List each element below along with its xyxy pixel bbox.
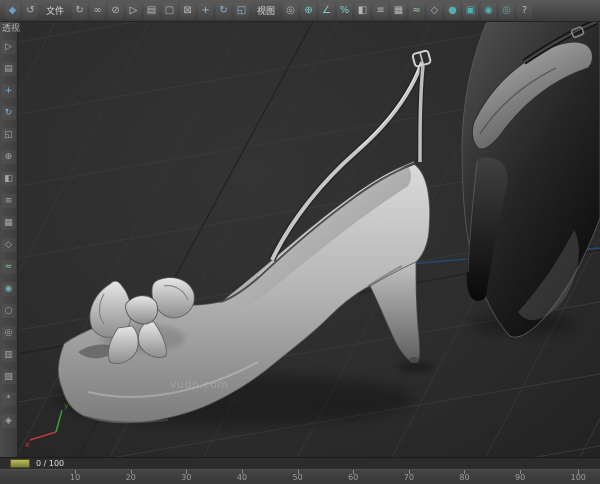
align-icon[interactable]: ≡ [2,194,16,208]
rotate-tool-icon[interactable]: ↻ [216,3,231,19]
tick-90: 90 [515,470,525,483]
render-frame-icon[interactable]: ◉ [481,3,496,19]
select-by-name-icon[interactable]: ▤ [144,3,159,19]
tick-50: 50 [293,470,303,483]
camera-icon[interactable]: ◎ [2,326,16,340]
angle-snap-icon[interactable]: ∠ [319,3,334,19]
render-icon[interactable]: ◎ [499,3,514,19]
mirror-icon[interactable]: ◧ [355,3,370,19]
schematic-view-icon[interactable]: ◇ [427,3,442,19]
pivot-center-icon[interactable]: ◎ [283,3,298,19]
select-by-name-icon[interactable]: ▤ [2,62,16,76]
high-heel-shoe-back[interactable] [462,22,600,337]
tick-100: 100 [571,470,586,483]
select-object-icon[interactable]: ▷ [126,3,141,19]
mirror-icon[interactable]: ◧ [2,172,16,186]
app-logo-icon[interactable]: ◆ [5,3,20,19]
settings-icon[interactable]: ◈ [2,414,16,428]
tick-40: 40 [237,470,247,483]
material-editor-icon[interactable]: ◉ [2,282,16,296]
3d-app-window: ◆↺文件↻∞⊘▷▤▢⊠+↻◱视图◎⊕∠%◧≡▦≈◇●▣◉◎? 透视 ▷▤+↻◱⊕… [0,0,600,484]
top-toolbar: ◆↺文件↻∞⊘▷▤▢⊠+↻◱视图◎⊕∠%◧≡▦≈◇●▣◉◎? [0,0,600,22]
snap-toggle-icon[interactable]: ⊕ [301,3,316,19]
snap-toggle-icon[interactable]: ⊕ [2,150,16,164]
viewport[interactable]: x y [18,22,600,457]
layers-icon[interactable]: ▦ [2,216,16,230]
tick-70: 70 [404,470,414,483]
watermark: vudn.com [170,378,228,391]
align-icon[interactable]: ≡ [373,3,388,19]
render-setup-icon[interactable]: ▣ [463,3,478,19]
grid-icon[interactable]: ▥ [2,348,16,362]
tick-20: 20 [126,470,136,483]
shoe-front-buckle [412,50,431,67]
high-heel-shoe-front[interactable] [53,50,434,426]
rotate-tool-icon[interactable]: ↻ [2,106,16,120]
scale-tool-icon[interactable]: ◱ [234,3,249,19]
light-icon[interactable]: ○ [2,304,16,318]
axis-x-label: x [25,440,30,449]
utilities-icon[interactable]: * [2,392,16,406]
select-link-icon[interactable]: ∞ [90,3,105,19]
workspace: ▷ ▤ + ↻ ◱ ⊕ ◧ ≡ ▦ ◇ ≈ ◉ ○ ◎ ▥ ▧ * ◈ [0,22,600,457]
crossing-selection-icon[interactable]: ⊠ [180,3,195,19]
undo-icon[interactable]: ↺ [23,3,38,19]
help-icon[interactable]: ? [517,3,532,19]
shapes-icon[interactable]: ◇ [2,238,16,252]
tick-60: 60 [348,470,358,483]
unlink-icon[interactable]: ⊘ [108,3,123,19]
viewport-canvas: x y [18,22,600,457]
move-tool-icon[interactable]: + [198,3,213,19]
tick-30: 30 [181,470,191,483]
rect-selection-icon[interactable]: ▢ [162,3,177,19]
track-bar[interactable]: 10 20 30 40 50 60 70 80 90 100 [0,469,600,484]
menu-view[interactable]: 视图 [252,4,280,17]
tick-10: 10 [70,470,80,483]
curve-editor-icon[interactable]: ≈ [409,3,424,19]
select-object-icon[interactable]: ▷ [2,40,16,54]
frame-indicator: 0 / 100 [36,459,64,469]
viewport-label[interactable]: 透视 [2,24,20,34]
move-tool-icon[interactable]: + [2,84,16,98]
hierarchy-icon[interactable]: ▧ [2,370,16,384]
menu-file[interactable]: 文件 [41,4,69,17]
time-slider-handle[interactable] [10,459,30,468]
left-toolbar: ▷ ▤ + ↻ ◱ ⊕ ◧ ≡ ▦ ◇ ≈ ◉ ○ ◎ ▥ ▧ * ◈ [0,22,18,457]
time-slider[interactable]: 0 / 100 [0,457,600,469]
material-editor-icon[interactable]: ● [445,3,460,19]
redo-icon[interactable]: ↻ [72,3,87,19]
tick-80: 80 [459,470,469,483]
scale-tool-icon[interactable]: ◱ [2,128,16,142]
percent-snap-icon[interactable]: % [337,3,352,19]
layers-icon[interactable]: ▦ [391,3,406,19]
curve-editor-icon[interactable]: ≈ [2,260,16,274]
